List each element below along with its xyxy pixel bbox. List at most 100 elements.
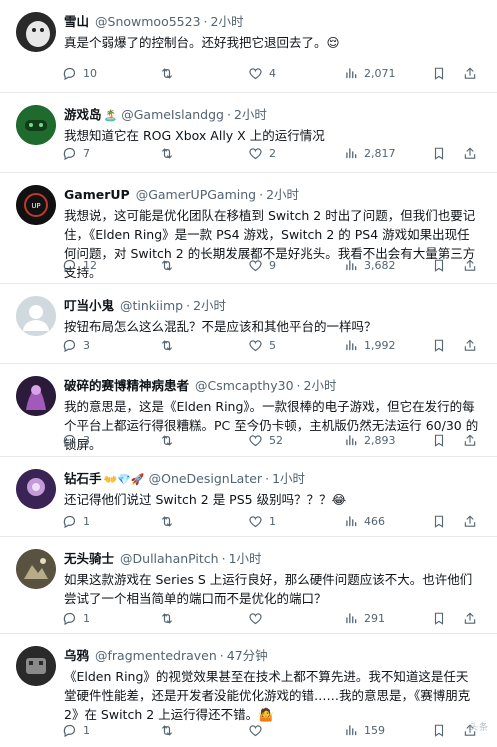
timestamp[interactable]: 2小时 (211, 14, 244, 29)
avatar[interactable]: UP (16, 185, 56, 225)
reply-count: 3 (83, 338, 90, 352)
reply-item[interactable]: 游戏岛 🏝️ @GameIslandgg · 2小时 我想知道它在 ROG Xbox A… (0, 93, 497, 173)
like-button[interactable]: 4 (248, 63, 276, 83)
like-button[interactable] (248, 720, 269, 740)
display-name[interactable]: 游戏岛 (64, 107, 102, 122)
user-handle[interactable]: @Csmcapthy30 (195, 378, 294, 393)
user-handle[interactable]: @tinkiimp (120, 298, 183, 313)
views-button[interactable]: 159 (344, 720, 385, 740)
timestamp[interactable]: 1小时 (272, 471, 305, 486)
reply-button[interactable]: 1 (62, 511, 90, 531)
display-name[interactable]: GamerUP (64, 187, 130, 202)
repost-icon (162, 68, 172, 78)
display-name[interactable]: 破碎的赛博精神病患者 (64, 378, 189, 393)
like-button[interactable]: 2 (248, 143, 276, 163)
timestamp[interactable]: 47分钟 (227, 648, 268, 663)
share-button[interactable] (463, 335, 477, 355)
repost-icon (162, 148, 172, 158)
repost-button[interactable] (159, 720, 181, 740)
views-button[interactable]: 466 (344, 511, 385, 531)
timestamp[interactable]: 2小时 (304, 378, 337, 393)
display-name[interactable]: 雪山 (64, 14, 89, 29)
display-name[interactable]: 无头骑士 (64, 551, 114, 566)
reply-button[interactable]: 1 (62, 608, 90, 628)
reply-item[interactable]: 叮当小鬼 @tinkiimp · 2小时 按钮布局怎么这么混乱？不是应该和其他平台的一… (0, 284, 497, 364)
like-count: 9 (269, 258, 276, 272)
repost-button[interactable] (159, 255, 181, 275)
share-button[interactable] (463, 430, 477, 450)
view-count: 2,071 (364, 66, 396, 80)
like-button[interactable]: 9 (248, 255, 276, 275)
avatar[interactable] (16, 376, 56, 416)
repost-button[interactable] (159, 143, 181, 163)
reply-button[interactable]: 1 (62, 720, 90, 740)
views-button[interactable]: 1,992 (344, 335, 396, 355)
separator-dot: · (219, 648, 224, 663)
timestamp[interactable]: 2小时 (234, 107, 267, 122)
timestamp[interactable]: 2小时 (266, 187, 299, 202)
views-button[interactable]: 2,817 (344, 143, 396, 163)
avatar[interactable] (16, 12, 56, 52)
bookmark-button[interactable] (432, 511, 446, 531)
share-button[interactable] (463, 143, 477, 163)
repost-button[interactable] (159, 430, 181, 450)
avatar[interactable] (16, 469, 56, 509)
svg-text:UP: UP (31, 202, 40, 210)
bookmark-button[interactable] (432, 63, 446, 83)
avatar[interactable] (16, 296, 56, 336)
reply-item[interactable]: 雪山 @Snowmoo5523 · 2小时 真是个弱爆了的控制台。还好我把它退回去了。… (0, 0, 497, 93)
avatar[interactable] (16, 646, 56, 686)
like-button[interactable]: 52 (248, 430, 283, 450)
like-button[interactable]: 1 (248, 511, 276, 531)
reply-item[interactable]: 无头骑士 @DullahanPitch · 1小时 如果这款游戏在 Series S … (0, 537, 497, 634)
bookmark-button[interactable] (432, 255, 446, 275)
comment-icon (63, 724, 76, 737)
reply-item[interactable]: 乌鸦 @fragmentedraven · 47分钟 《Elden Ring》的视觉效… (0, 634, 497, 747)
views-button[interactable]: 3,682 (344, 255, 396, 275)
like-button[interactable] (248, 608, 269, 628)
share-button[interactable] (463, 511, 477, 531)
views-button[interactable]: 2,071 (344, 63, 396, 83)
reply-button[interactable]: 12 (62, 255, 97, 275)
action-bar: 1 1 466 (62, 511, 482, 531)
views-button[interactable]: 2,893 (344, 430, 396, 450)
reply-button[interactable]: 3 (62, 430, 90, 450)
share-button[interactable] (463, 63, 477, 83)
user-handle[interactable]: @GamerUPGaming (136, 187, 256, 202)
bookmark-button[interactable] (432, 143, 446, 163)
display-name[interactable]: 乌鸦 (64, 648, 89, 663)
bookmark-button[interactable] (432, 608, 446, 628)
reply-header: 无头骑士 @DullahanPitch · 1小时 (64, 549, 485, 569)
repost-button[interactable] (159, 335, 181, 355)
reply-button[interactable]: 3 (62, 335, 90, 355)
reply-item[interactable]: 破碎的赛博精神病患者 @Csmcapthy30 · 2小时 我的意思是，这是《Elde… (0, 364, 497, 457)
repost-button[interactable] (159, 511, 181, 531)
reply-count: 1 (83, 611, 90, 625)
separator-dot: · (265, 471, 270, 486)
display-name[interactable]: 叮当小鬼 (64, 298, 114, 313)
like-button[interactable]: 5 (248, 335, 276, 355)
user-handle[interactable]: @DullahanPitch (120, 551, 219, 566)
avatar[interactable] (16, 549, 56, 589)
reply-item[interactable]: 钻石手 👐💎🚀 @OneDesignLater · 1小时 还记得他们说过 Switch… (0, 457, 497, 537)
bookmark-button[interactable] (432, 720, 446, 740)
repost-button[interactable] (159, 63, 181, 83)
user-handle[interactable]: @GameIslandgg (121, 107, 224, 122)
views-button[interactable]: 291 (344, 608, 385, 628)
user-handle[interactable]: @OneDesignLater (149, 471, 262, 486)
reply-item[interactable]: UP GamerUP @GamerUPGaming · 2小时 我想说，这可能是优化团… (0, 173, 497, 284)
reply-button[interactable]: 10 (62, 63, 97, 83)
reply-button[interactable]: 7 (62, 143, 90, 163)
bookmark-button[interactable] (432, 430, 446, 450)
timestamp[interactable]: 1小时 (229, 551, 262, 566)
bookmark-button[interactable] (432, 335, 446, 355)
user-handle[interactable]: @fragmentedraven (95, 648, 217, 663)
share-button[interactable] (463, 255, 477, 275)
like-count: 4 (269, 66, 276, 80)
timestamp[interactable]: 2小时 (193, 298, 226, 313)
avatar[interactable] (16, 105, 56, 145)
repost-button[interactable] (159, 608, 181, 628)
display-name[interactable]: 钻石手 (64, 471, 102, 486)
share-button[interactable] (463, 608, 477, 628)
user-handle[interactable]: @Snowmoo5523 (95, 14, 201, 29)
